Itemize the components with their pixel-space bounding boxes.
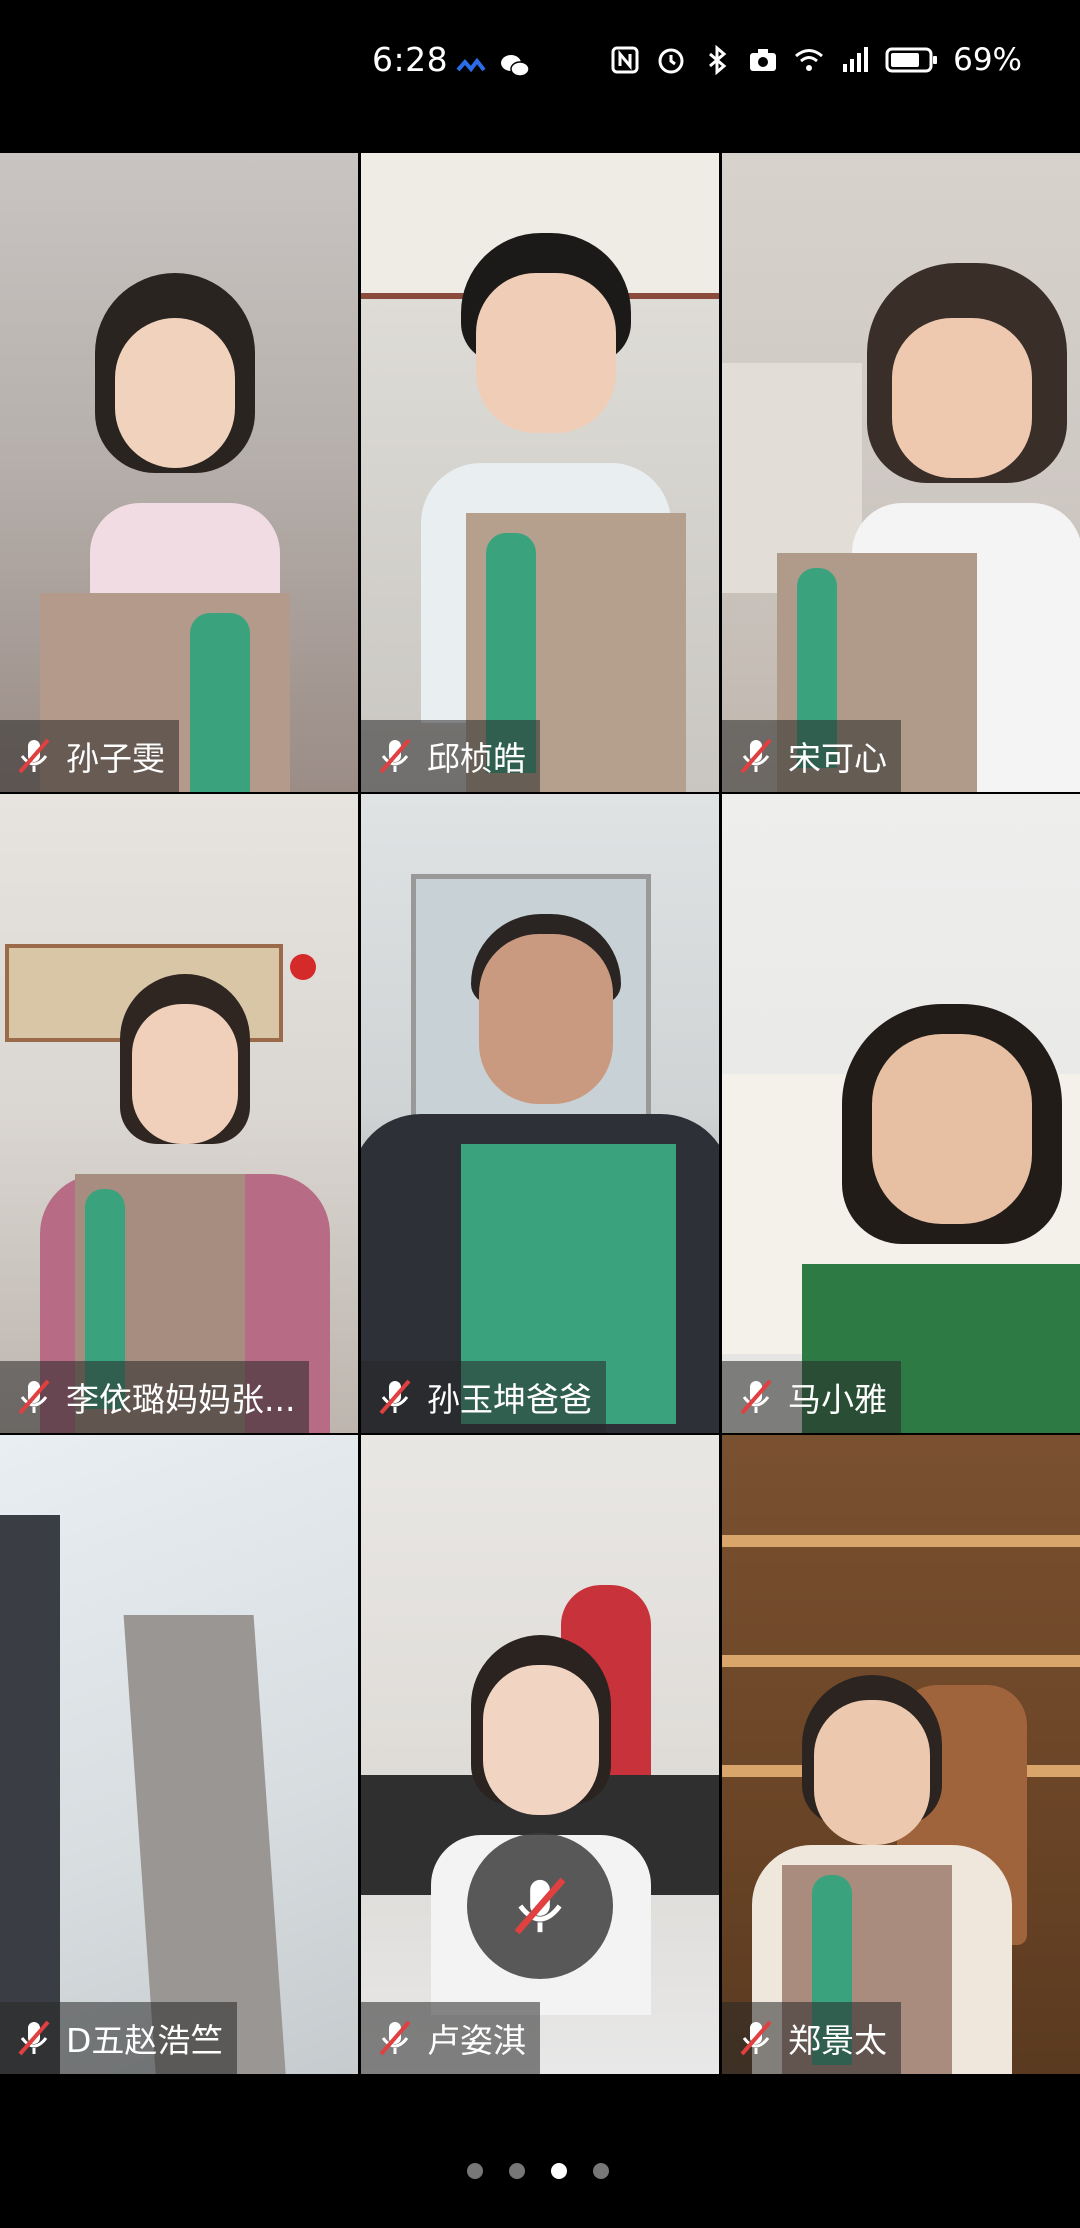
- nfc-icon: [611, 46, 639, 74]
- participant-name-chip: 郑景太: [722, 2002, 901, 2074]
- participant-name-chip: 卢姿淇: [361, 2002, 540, 2074]
- mic-muted-icon: [18, 738, 50, 774]
- participant-name: 郑景太: [788, 2021, 887, 2060]
- participant-name-chip: 邱桢皓: [361, 720, 540, 792]
- mic-toggle-button[interactable]: [467, 1833, 613, 1979]
- participant-name-chip: 李依璐妈妈张...: [0, 1361, 310, 1433]
- signal-icon: [843, 47, 869, 72]
- participant-name: 孙子雯: [66, 739, 165, 778]
- participant-tile[interactable]: D五赵浩竺: [0, 1435, 358, 2074]
- participant-name-chip: D五赵浩竺: [0, 2002, 238, 2074]
- participant-name-chip: 马小雅: [722, 1361, 901, 1433]
- participant-name: 李依璐妈妈张...: [66, 1380, 296, 1419]
- camera-icon: [750, 49, 777, 71]
- participant-tile[interactable]: 孙玉坤爸爸: [361, 794, 719, 1433]
- page-dot[interactable]: [467, 2163, 483, 2179]
- page-dot[interactable]: [509, 2163, 525, 2179]
- mic-muted-icon: [379, 738, 411, 774]
- battery-icon: [885, 47, 938, 73]
- page-dot[interactable]: [593, 2163, 609, 2179]
- participant-tile[interactable]: 邱桢皓: [361, 153, 719, 792]
- participant-tile[interactable]: 宋可心: [722, 153, 1080, 792]
- mic-muted-icon: [514, 1877, 566, 1935]
- participant-tile[interactable]: 孙子雯: [0, 153, 358, 792]
- participant-tile[interactable]: 郑景太: [722, 1435, 1080, 2074]
- participant-name: 马小雅: [788, 1380, 887, 1419]
- participant-name: 宋可心: [788, 739, 887, 778]
- status-time: 6:28: [372, 40, 449, 79]
- participant-name: 邱桢皓: [427, 739, 526, 778]
- status-bar: 6:28 69%: [0, 0, 1080, 130]
- mic-muted-icon: [740, 1379, 772, 1415]
- mic-muted-icon: [740, 738, 772, 774]
- mic-muted-icon: [740, 2020, 772, 2056]
- page-indicator: [467, 2163, 609, 2179]
- participant-name: 孙玉坤爸爸: [427, 1380, 592, 1419]
- app-notification-icon: [456, 57, 486, 73]
- participant-name: D五赵浩竺: [66, 2021, 224, 2060]
- bluetooth-icon: [709, 44, 727, 76]
- participant-name: 卢姿淇: [427, 2021, 526, 2060]
- mic-muted-icon: [379, 2020, 411, 2056]
- battery-percent: 69%: [953, 42, 1022, 78]
- page-dot-active[interactable]: [551, 2163, 567, 2179]
- video-grid: 孙子雯 邱桢皓 宋可心 李依璐妈妈张... 孙玉坤爸爸 马小雅 D五赵浩竺 卢姿…: [0, 153, 1080, 2074]
- participant-name-chip: 孙子雯: [0, 720, 179, 792]
- mic-muted-icon: [18, 2020, 50, 2056]
- wifi-icon: [795, 49, 824, 71]
- mic-muted-icon: [18, 1379, 50, 1415]
- mic-muted-icon: [379, 1379, 411, 1415]
- participant-tile[interactable]: 李依璐妈妈张...: [0, 794, 358, 1433]
- participant-tile[interactable]: 马小雅: [722, 794, 1080, 1433]
- participant-name-chip: 宋可心: [722, 720, 901, 792]
- wechat-icon: [501, 55, 530, 77]
- participant-name-chip: 孙玉坤爸爸: [361, 1361, 606, 1433]
- alarm-icon: [658, 48, 684, 74]
